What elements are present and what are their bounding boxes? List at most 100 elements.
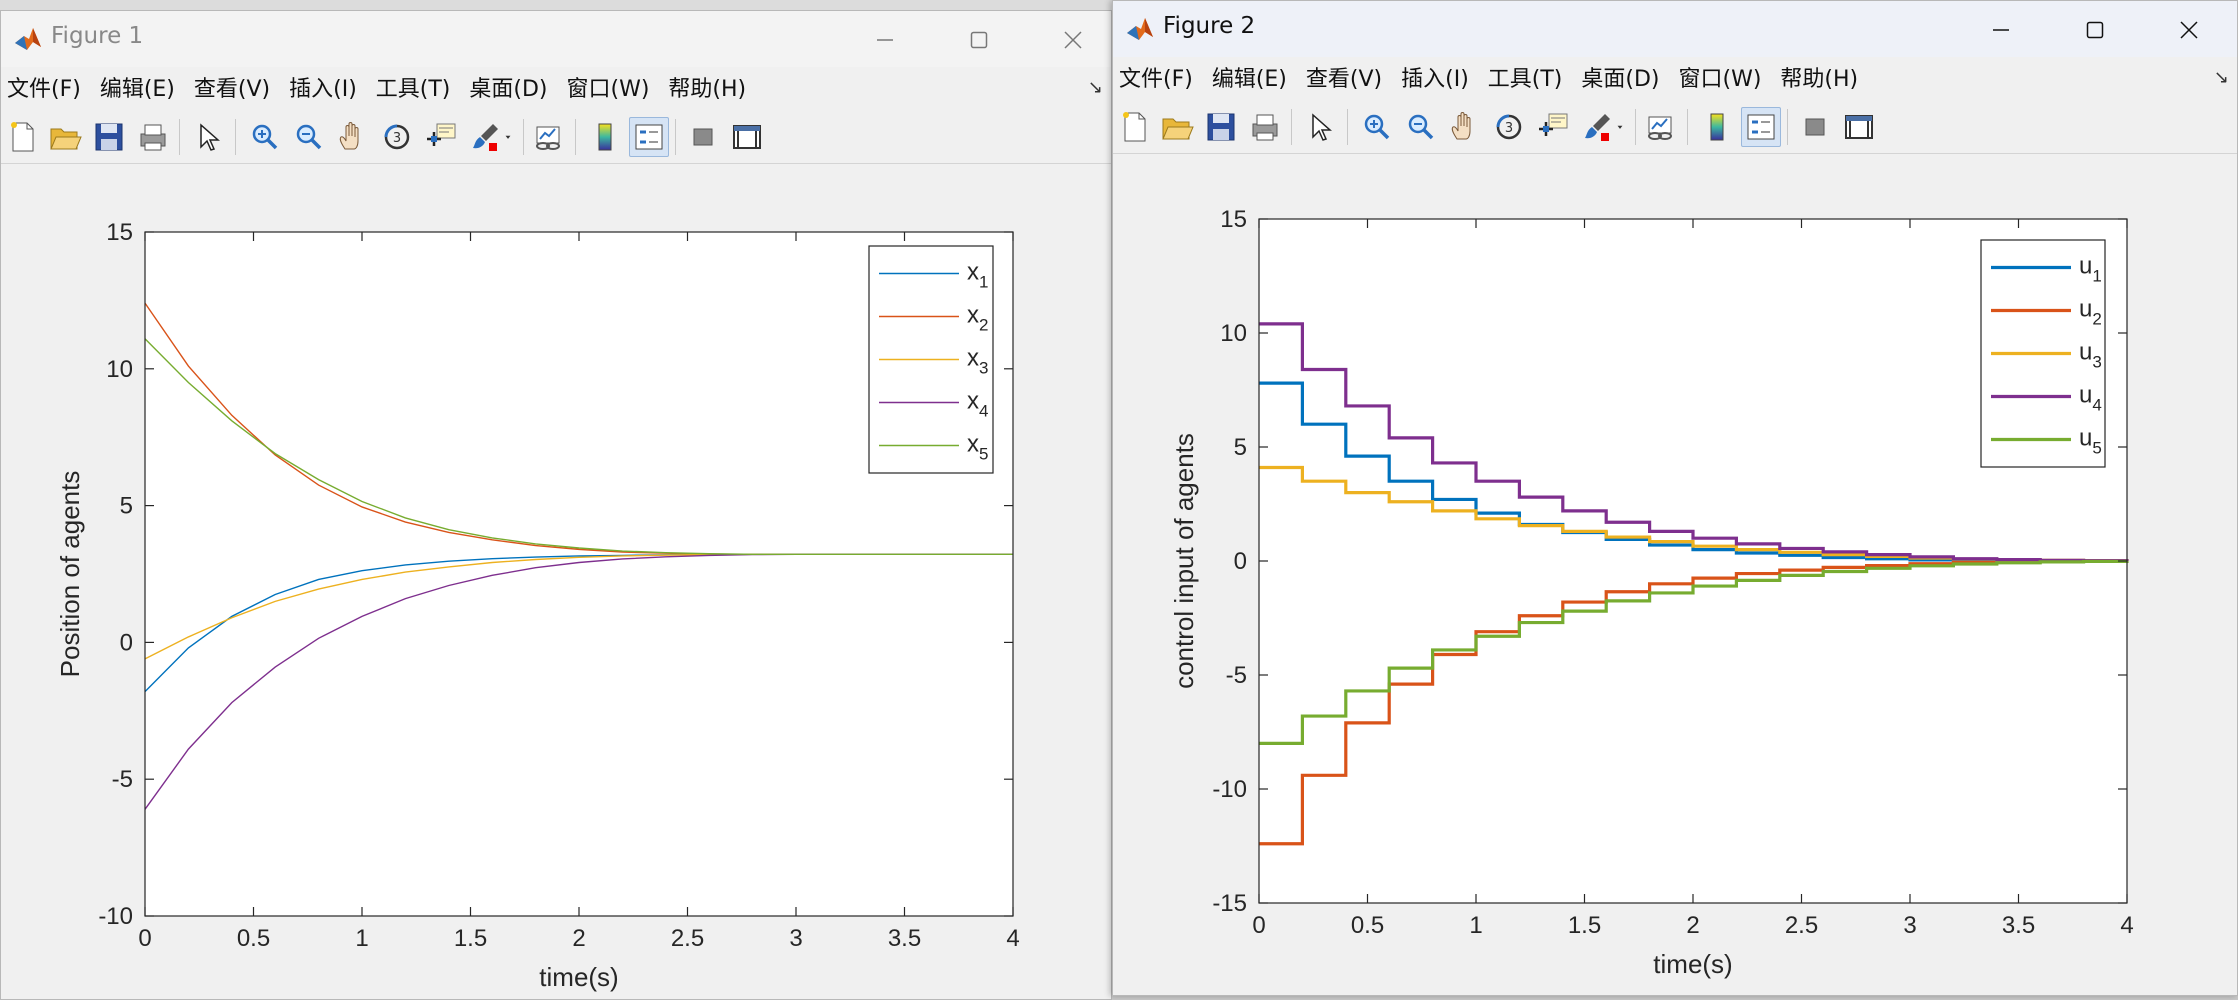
- y-tick-label: -10: [1212, 776, 1247, 803]
- maximize-button[interactable]: [947, 17, 1011, 63]
- open-folder-button[interactable]: [1157, 107, 1197, 147]
- hide-plot-tools-button[interactable]: [1795, 107, 1835, 147]
- colorbar-button[interactable]: [1697, 107, 1737, 147]
- menu-edit[interactable]: 编辑(E): [100, 71, 175, 103]
- legend-subscript: 3: [2092, 353, 2101, 372]
- legend[interactable]: u1u2u3u4u5: [1980, 239, 2106, 468]
- x-tick-label: 0.5: [237, 925, 270, 952]
- zoom-in-button[interactable]: [1357, 107, 1397, 147]
- toolbar-separator: [1787, 109, 1788, 145]
- save-button[interactable]: [1201, 107, 1241, 147]
- legend-subscript: 1: [2092, 267, 2101, 286]
- minimize-button[interactable]: [1969, 7, 2033, 53]
- hide-plot-tools-icon: [1805, 118, 1825, 136]
- zoom-out-button[interactable]: [1401, 107, 1441, 147]
- zoom-out-button[interactable]: [289, 117, 329, 157]
- menu-insert[interactable]: 插入(I): [1401, 61, 1469, 93]
- title-bar[interactable]: Figure 1: [1, 11, 1111, 67]
- plot-area: 0 0.5 1 1.5 2 2.5 3 3.5 4 -15 -10 -5 0 5 10 15 time(s) co…: [1113, 154, 2237, 995]
- menu-help[interactable]: 帮助(H): [1780, 61, 1858, 93]
- open-folder-button[interactable]: [45, 117, 85, 157]
- menu-window[interactable]: 窗口(W): [567, 71, 650, 103]
- data-cursor-button[interactable]: [1533, 107, 1573, 147]
- new-file-button[interactable]: [1115, 107, 1155, 147]
- save-button[interactable]: [89, 117, 129, 157]
- zoom-in-button[interactable]: [245, 117, 285, 157]
- save-icon: [95, 123, 123, 151]
- minimize-icon: [877, 39, 893, 41]
- legend-button[interactable]: [1741, 107, 1781, 147]
- x-tick-label: 3.5: [888, 925, 921, 952]
- toolbar-separator: [675, 119, 676, 155]
- window-title: Figure 1: [51, 23, 144, 49]
- close-button[interactable]: [2157, 7, 2221, 53]
- menu-help[interactable]: 帮助(H): [668, 71, 746, 103]
- legend-icon: [1747, 114, 1775, 140]
- legend-button[interactable]: [629, 117, 669, 157]
- menu-view[interactable]: 查看(V): [194, 71, 270, 103]
- pointer-button[interactable]: [189, 117, 229, 157]
- rotate-3d-button[interactable]: 3: [1489, 107, 1529, 147]
- menu-insert[interactable]: 插入(I): [289, 71, 357, 103]
- svg-text:3: 3: [1505, 121, 1513, 136]
- print-button[interactable]: [1245, 107, 1285, 147]
- menu-view[interactable]: 查看(V): [1306, 61, 1382, 93]
- pan-button[interactable]: [1445, 107, 1485, 147]
- menu-file[interactable]: 文件(F): [1119, 61, 1193, 93]
- show-plot-tools-button[interactable]: [727, 117, 767, 157]
- menu-desktop[interactable]: 桌面(D): [1581, 61, 1659, 93]
- title-bar[interactable]: Figure 2: [1113, 1, 2237, 57]
- minimize-button[interactable]: [853, 17, 917, 63]
- legend-subscript: 4: [979, 402, 988, 421]
- close-button[interactable]: [1041, 17, 1105, 63]
- close-icon: [2180, 21, 2198, 39]
- print-icon: [140, 124, 166, 151]
- pointer-button[interactable]: [1301, 107, 1341, 147]
- x-tick-label: 3: [789, 925, 802, 952]
- menu-file[interactable]: 文件(F): [7, 71, 81, 103]
- dock-arrow-icon[interactable]: ↘: [2214, 67, 2229, 88]
- menu-window[interactable]: 窗口(W): [1679, 61, 1762, 93]
- link-plot-button[interactable]: [1641, 107, 1681, 147]
- pan-button[interactable]: [333, 117, 373, 157]
- brush-dropdown-icon: [1617, 125, 1623, 129]
- menu-tools[interactable]: 工具(T): [376, 71, 451, 103]
- zoom-in-icon: [252, 124, 278, 150]
- show-plot-tools-button[interactable]: [1839, 107, 1879, 147]
- hide-plot-tools-button[interactable]: [683, 117, 723, 157]
- legend-subscript: 2: [979, 316, 988, 335]
- maximize-icon: [970, 31, 988, 49]
- menu-tools[interactable]: 工具(T): [1488, 61, 1563, 93]
- menu-edit[interactable]: 编辑(E): [1212, 61, 1287, 93]
- menu-desktop[interactable]: 桌面(D): [469, 71, 547, 103]
- y-tick-label: 0: [1234, 548, 1247, 575]
- rotate-3d-icon: 3: [384, 124, 410, 150]
- hide-plot-tools-icon: [693, 128, 713, 146]
- new-file-button[interactable]: [3, 117, 43, 157]
- toolbar-separator: [235, 119, 236, 155]
- legend-subscript: 3: [979, 359, 988, 378]
- x-tick-label: 1: [1469, 912, 1482, 939]
- x-axis-label: time(s): [1653, 949, 1732, 979]
- colorbar-button[interactable]: [585, 117, 625, 157]
- data-cursor-button[interactable]: [421, 117, 461, 157]
- y-tick-label: -15: [1212, 890, 1247, 917]
- x-tick-label: 4: [1006, 925, 1019, 952]
- link-plot-icon: [536, 126, 560, 150]
- y-tick-label: 15: [106, 219, 133, 246]
- brush-dropdown-button[interactable]: [497, 117, 519, 157]
- print-button[interactable]: [133, 117, 173, 157]
- link-plot-button[interactable]: [529, 117, 569, 157]
- plot-area: 0 0.5 1 1.5 2 2.5 3 3.5 4 -10 -5 0 5 10 15 time(s) Posit…: [1, 164, 1111, 999]
- y-tick-label: 5: [120, 493, 133, 520]
- legend[interactable]: x1x2x3x4x5: [868, 245, 994, 474]
- y-axis-label: Position of agents: [55, 471, 85, 678]
- rotate-3d-button[interactable]: 3: [377, 117, 417, 157]
- close-icon: [1064, 31, 1082, 49]
- data-cursor-icon: [427, 123, 456, 146]
- x-tick-label: 1.5: [1568, 912, 1601, 939]
- brush-dropdown-button[interactable]: [1609, 107, 1631, 147]
- maximize-button[interactable]: [2063, 7, 2127, 53]
- dock-arrow-icon[interactable]: ↘: [1088, 77, 1103, 98]
- save-icon: [1207, 113, 1235, 141]
